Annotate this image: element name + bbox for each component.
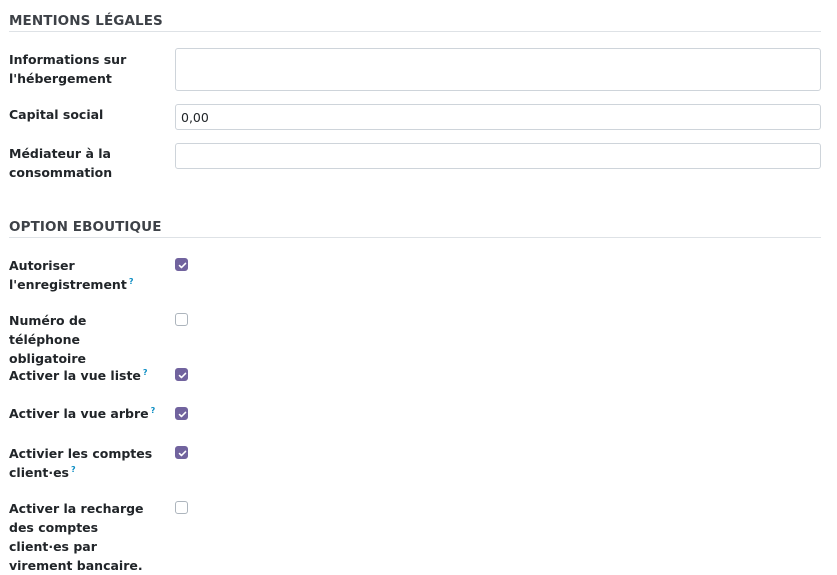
option-label-customer-accounts: Activier les comptes client·es? bbox=[9, 446, 153, 480]
checkbox-list-view[interactable] bbox=[175, 368, 188, 381]
section-title-legal: MENTIONS LÉGALES bbox=[9, 13, 163, 29]
option-label-registration: Autoriser l'enregistrement? bbox=[9, 258, 134, 292]
help-icon[interactable]: ? bbox=[71, 465, 76, 474]
help-icon[interactable]: ? bbox=[151, 406, 156, 415]
hosting-input[interactable] bbox=[175, 48, 821, 91]
check-icon bbox=[178, 372, 187, 379]
check-icon bbox=[178, 262, 187, 269]
checkbox-bank-transfer-topup[interactable] bbox=[175, 501, 188, 514]
check-icon bbox=[178, 411, 187, 418]
option-label-bank-transfer-topup: Activer la recharge des comptes client·e… bbox=[9, 501, 144, 573]
help-icon[interactable]: ? bbox=[143, 368, 148, 377]
mediator-input[interactable] bbox=[175, 143, 821, 169]
section-divider bbox=[9, 31, 821, 32]
option-label-phone-required: Numéro de téléphone obligatoire bbox=[9, 313, 87, 366]
capital-input[interactable] bbox=[175, 104, 821, 130]
check-icon bbox=[178, 450, 187, 457]
checkbox-customer-accounts[interactable] bbox=[175, 446, 188, 459]
checkbox-phone-required[interactable] bbox=[175, 313, 188, 326]
checkbox-tree-view[interactable] bbox=[175, 407, 188, 420]
capital-label: Capital social bbox=[9, 107, 104, 122]
checkbox-registration[interactable] bbox=[175, 258, 188, 271]
mediator-label: Médiateur à la consommation bbox=[9, 146, 113, 180]
section-title-eshop: OPTION EBOUTIQUE bbox=[9, 219, 162, 235]
option-label-list-view: Activer la vue liste? bbox=[9, 368, 148, 383]
hosting-label: Informations sur l'hébergement bbox=[9, 52, 127, 86]
section-divider bbox=[9, 237, 821, 238]
option-label-tree-view: Activer la vue arbre? bbox=[9, 406, 156, 421]
help-icon[interactable]: ? bbox=[129, 277, 134, 286]
